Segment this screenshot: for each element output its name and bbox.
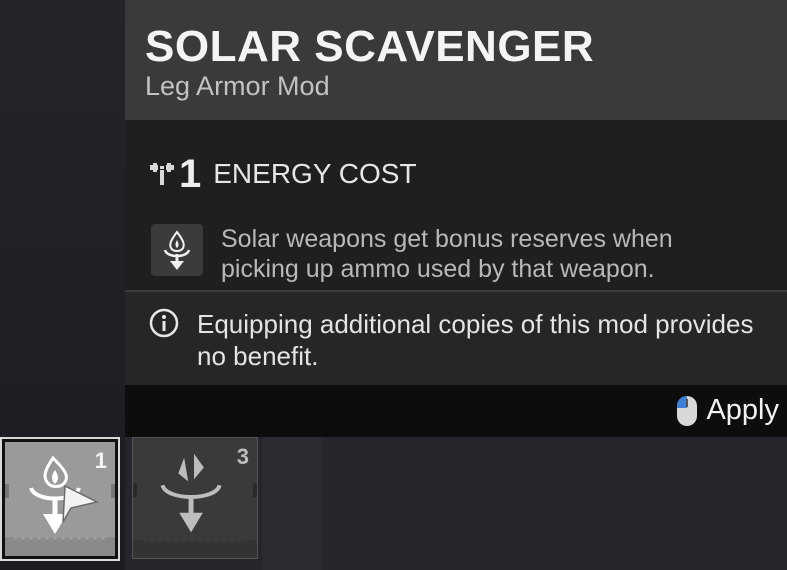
tooltip-body: 1 ENERGY COST Solar weapons get bonus re… [125,120,787,290]
energy-cost-row: 1 ENERGY COST [149,151,417,196]
mod-title: SOLAR SCAVENGER [145,22,595,71]
apply-action[interactable]: Apply [676,394,779,427]
background-column [262,437,322,570]
mod-cost: 1 [94,448,107,473]
mouse-left-click-icon [677,395,698,426]
mod-cost: 3 [236,444,249,469]
energy-cost-label: ENERGY COST [213,158,417,189]
mod-card: 1 [5,442,115,556]
perk-row: Solar weapons get bonus reserves when pi… [151,224,741,284]
energy-cost-value: 1 [179,151,202,196]
solar-ammo-icon [151,224,203,276]
mod-type: Leg Armor Mod [145,71,330,101]
tooltip-header: SOLAR SCAVENGER Leg Armor Mod [125,0,787,120]
mod-slot-selected[interactable]: 1 [0,437,120,561]
info-icon [149,308,179,338]
tooltip-note: Equipping additional copies of this mod … [125,292,787,385]
mod-card: 3 [132,437,258,559]
mod-tooltip: SOLAR SCAVENGER Leg Armor Mod 1 ENERGY C… [125,0,787,437]
tooltip-footer: Apply [125,385,787,437]
perk-description: Solar weapons get bonus reserves when pi… [221,225,673,283]
apply-label: Apply [706,394,779,426]
note-text: Equipping additional copies of this mod … [197,309,754,371]
mod-slot[interactable]: 3 [132,437,258,559]
energy-cost-icon [150,163,174,185]
